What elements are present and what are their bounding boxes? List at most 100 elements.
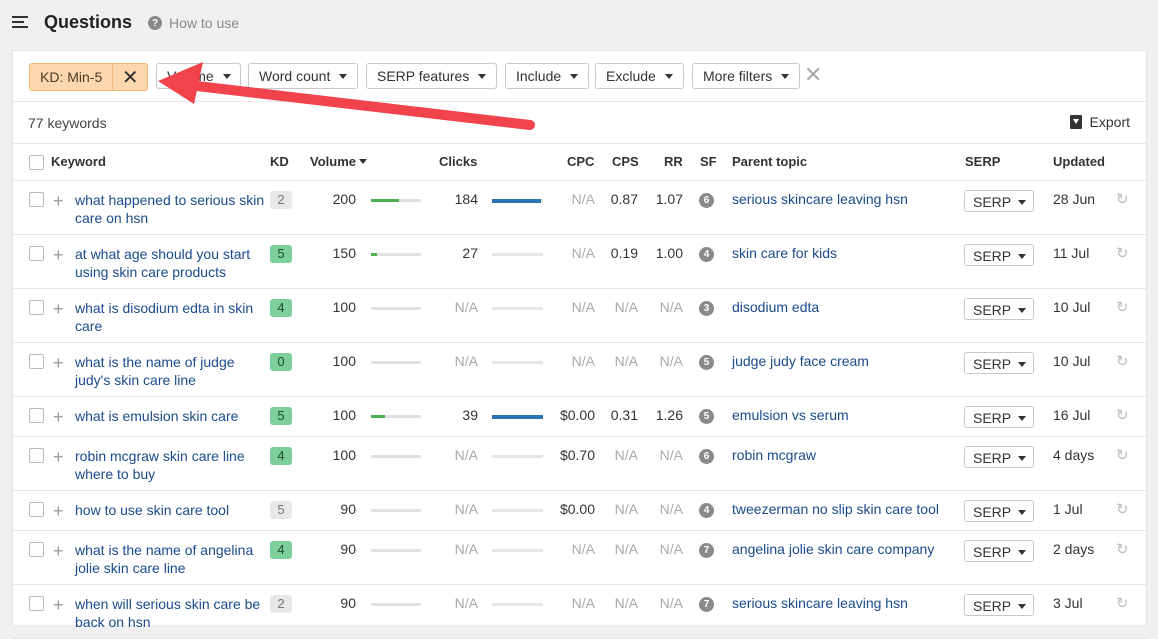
- column-clicks[interactable]: Clicks: [439, 154, 477, 169]
- refresh-icon[interactable]: ↻: [1116, 298, 1129, 316]
- keyword-link[interactable]: what is disodium edta in skin care: [75, 299, 265, 335]
- sf-badge[interactable]: 5: [699, 409, 714, 424]
- keyword-link[interactable]: when will serious skin care be back on h…: [75, 595, 265, 631]
- cps-value: N/A: [614, 299, 638, 315]
- column-volume[interactable]: Volume: [310, 154, 367, 169]
- plus-icon[interactable]: +: [53, 300, 64, 318]
- column-rr[interactable]: RR: [664, 154, 683, 169]
- row-checkbox[interactable]: [29, 542, 44, 557]
- keyword-link[interactable]: at what age should you start using skin …: [75, 245, 265, 281]
- row-checkbox[interactable]: [29, 192, 44, 207]
- parent-topic-link[interactable]: skin care for kids: [732, 245, 837, 261]
- volume-value: 150: [332, 245, 356, 261]
- row-checkbox[interactable]: [29, 300, 44, 315]
- refresh-icon[interactable]: ↻: [1116, 190, 1129, 208]
- serp-button[interactable]: SERP: [964, 244, 1034, 266]
- row-checkbox[interactable]: [29, 502, 44, 517]
- sf-badge[interactable]: 5: [699, 355, 714, 370]
- column-sf[interactable]: SF: [700, 154, 717, 169]
- kd-filter-chip[interactable]: KD: Min-5 ✕: [29, 63, 149, 91]
- parent-topic-link[interactable]: disodium edta: [732, 299, 819, 315]
- row-checkbox[interactable]: [29, 596, 44, 611]
- parent-topic-link[interactable]: tweezerman no slip skin care tool: [732, 501, 939, 517]
- serp-button[interactable]: SERP: [964, 540, 1034, 562]
- plus-icon[interactable]: +: [53, 408, 64, 426]
- row-checkbox[interactable]: [29, 354, 44, 369]
- column-serp[interactable]: SERP: [965, 154, 1000, 169]
- parent-topic-link[interactable]: serious skincare leaving hsn: [732, 191, 908, 207]
- column-cpc[interactable]: CPC: [567, 154, 594, 169]
- keyword-link[interactable]: what is the name of judge judy's skin ca…: [75, 353, 265, 389]
- sf-badge[interactable]: 6: [699, 193, 714, 208]
- more-filters-button[interactable]: More filters: [692, 63, 801, 89]
- parent-topic-link[interactable]: angelina jolie skin care company: [732, 541, 934, 557]
- volume-value: 90: [340, 595, 356, 611]
- plus-icon[interactable]: +: [53, 542, 64, 560]
- serp-button[interactable]: SERP: [964, 446, 1034, 468]
- volume-value: 200: [332, 191, 356, 207]
- column-keyword[interactable]: Keyword: [51, 154, 106, 169]
- column-updated[interactable]: Updated: [1053, 154, 1105, 169]
- column-cps[interactable]: CPS: [612, 154, 639, 169]
- rr-value: 1.26: [655, 407, 683, 423]
- include-filter-label: Include: [516, 68, 562, 84]
- plus-icon[interactable]: +: [53, 246, 64, 264]
- serp-button[interactable]: SERP: [964, 298, 1034, 320]
- clear-filters-icon[interactable]: ✕: [804, 64, 822, 86]
- keyword-link[interactable]: robin mcgraw skin care line where to buy: [75, 447, 265, 483]
- keyword-link[interactable]: how to use skin care tool: [75, 501, 265, 519]
- row-checkbox[interactable]: [29, 448, 44, 463]
- refresh-icon[interactable]: ↻: [1116, 594, 1129, 612]
- serp-button[interactable]: SERP: [964, 352, 1034, 374]
- parent-topic-link[interactable]: emulsion vs serum: [732, 407, 849, 423]
- refresh-icon[interactable]: ↻: [1116, 352, 1129, 370]
- refresh-icon[interactable]: ↻: [1116, 540, 1129, 558]
- serp-features-filter-button[interactable]: SERP features: [366, 63, 498, 89]
- refresh-icon[interactable]: ↻: [1116, 406, 1129, 424]
- refresh-icon[interactable]: ↻: [1116, 446, 1129, 464]
- sf-badge[interactable]: 7: [699, 543, 714, 558]
- plus-icon[interactable]: +: [53, 502, 64, 520]
- serp-button[interactable]: SERP: [964, 500, 1034, 522]
- chevron-down-icon: [1018, 456, 1027, 461]
- plus-icon[interactable]: +: [53, 596, 64, 614]
- serp-button[interactable]: SERP: [964, 594, 1034, 616]
- parent-topic-link[interactable]: judge judy face cream: [732, 353, 869, 369]
- sf-badge[interactable]: 3: [699, 301, 714, 316]
- word-count-filter-button[interactable]: Word count: [248, 63, 359, 89]
- sf-badge[interactable]: 7: [699, 597, 714, 612]
- remove-kd-filter-icon[interactable]: ✕: [112, 64, 147, 90]
- parent-topic-link[interactable]: serious skincare leaving hsn: [732, 595, 908, 611]
- export-button[interactable]: Export: [1069, 114, 1130, 130]
- volume-filter-button[interactable]: Volume: [156, 63, 241, 89]
- sf-badge[interactable]: 4: [699, 503, 714, 518]
- include-filter-button[interactable]: Include: [505, 63, 590, 89]
- column-kd[interactable]: KD: [270, 154, 289, 169]
- cpc-value: N/A: [571, 191, 595, 207]
- refresh-icon[interactable]: ↻: [1116, 244, 1129, 262]
- parent-topic-link[interactable]: robin mcgraw: [732, 447, 816, 463]
- select-all-checkbox[interactable]: [29, 155, 44, 170]
- serp-button[interactable]: SERP: [964, 190, 1034, 212]
- chevron-down-icon: [1018, 200, 1027, 205]
- keyword-link[interactable]: what happened to serious skin care on hs…: [75, 191, 265, 227]
- volume-value: 90: [340, 541, 356, 557]
- keyword-link[interactable]: what is emulsion skin care: [75, 407, 265, 425]
- row-checkbox[interactable]: [29, 408, 44, 423]
- serp-button-label: SERP: [973, 504, 1012, 520]
- refresh-icon[interactable]: ↻: [1116, 500, 1129, 518]
- table-row: + what is disodium edta in skin care 4 100 N…: [13, 288, 1146, 343]
- chevron-down-icon: [781, 73, 790, 79]
- plus-icon[interactable]: +: [53, 354, 64, 372]
- column-parent-topic[interactable]: Parent topic: [732, 154, 807, 169]
- serp-button[interactable]: SERP: [964, 406, 1034, 428]
- keyword-link[interactable]: what is the name of angelina jolie skin …: [75, 541, 265, 577]
- menu-icon[interactable]: [12, 16, 28, 28]
- sf-badge[interactable]: 6: [699, 449, 714, 464]
- plus-icon[interactable]: +: [53, 192, 64, 210]
- how-to-use-link[interactable]: ? How to use: [148, 15, 239, 31]
- plus-icon[interactable]: +: [53, 448, 64, 466]
- sf-badge[interactable]: 4: [699, 247, 714, 262]
- row-checkbox[interactable]: [29, 246, 44, 261]
- exclude-filter-button[interactable]: Exclude: [595, 63, 684, 89]
